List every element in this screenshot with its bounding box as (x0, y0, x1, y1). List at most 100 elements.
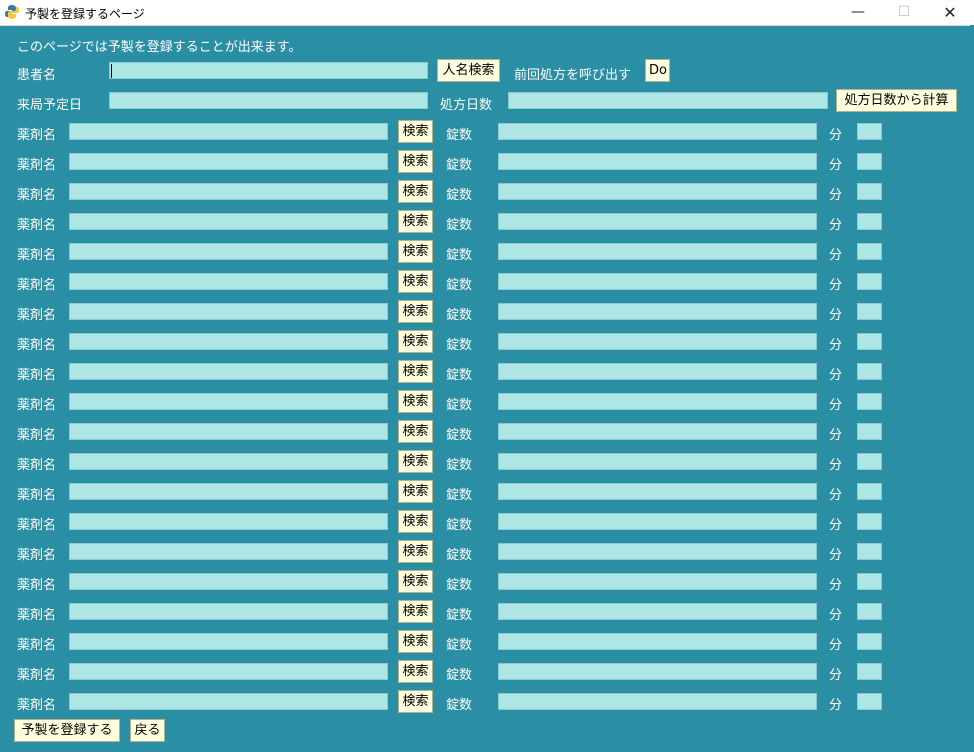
prescription-days-input[interactable] (508, 92, 828, 109)
calc-from-days-button[interactable]: 処方日数から計算 (836, 89, 957, 112)
tablet-count-input[interactable] (498, 303, 817, 320)
drug-name-label: 薬剤名 (17, 188, 57, 203)
drug-search-button[interactable]: 検索 (398, 360, 433, 383)
tablet-count-label: 錠数 (446, 278, 473, 293)
dose-divisions-input[interactable] (857, 303, 882, 320)
dose-divisions-input[interactable] (857, 273, 882, 290)
tablet-count-input[interactable] (498, 333, 817, 350)
patient-search-button[interactable]: 人名検索 (437, 59, 500, 82)
drug-name-input[interactable] (69, 423, 388, 440)
drug-name-input[interactable] (69, 243, 388, 260)
dose-divisions-input[interactable] (857, 363, 882, 380)
drug-search-button[interactable]: 検索 (398, 450, 433, 473)
drug-name-input[interactable] (69, 333, 388, 350)
tablet-count-input[interactable] (498, 603, 817, 620)
dose-unit-label: 分 (829, 488, 843, 503)
drug-name-input[interactable] (69, 453, 388, 470)
drug-name-input[interactable] (69, 603, 388, 620)
drug-search-button[interactable]: 検索 (398, 150, 433, 173)
drug-row: 薬剤名 検索 錠数 分 (0, 570, 974, 600)
minimize-button[interactable]: — (835, 0, 881, 25)
drug-search-button[interactable]: 検索 (398, 570, 433, 593)
dose-unit-label: 分 (829, 668, 843, 683)
drug-name-input[interactable] (69, 663, 388, 680)
drug-search-button[interactable]: 検索 (398, 390, 433, 413)
drug-search-button[interactable]: 検索 (398, 330, 433, 353)
dose-divisions-input[interactable] (857, 423, 882, 440)
drug-name-input[interactable] (69, 573, 388, 590)
maximize-button[interactable]: ☐ (881, 0, 927, 25)
dose-divisions-input[interactable] (857, 483, 882, 500)
drug-search-button[interactable]: 検索 (398, 510, 433, 533)
drug-search-button[interactable]: 検索 (398, 240, 433, 263)
dose-divisions-input[interactable] (857, 453, 882, 470)
drug-search-button[interactable]: 検索 (398, 270, 433, 293)
drug-search-button[interactable]: 検索 (398, 420, 433, 443)
drug-name-input[interactable] (69, 543, 388, 560)
drug-name-input[interactable] (69, 633, 388, 650)
drug-search-button[interactable]: 検索 (398, 480, 433, 503)
tablet-count-input[interactable] (498, 393, 817, 410)
tablet-count-input[interactable] (498, 423, 817, 440)
do-button[interactable]: Do (645, 59, 670, 82)
drug-search-button[interactable]: 検索 (398, 600, 433, 623)
drug-name-input[interactable] (69, 483, 388, 500)
drug-row: 薬剤名 検索 錠数 分 (0, 420, 974, 450)
back-button[interactable]: 戻る (130, 719, 165, 742)
drug-name-input[interactable] (69, 123, 388, 140)
dose-divisions-input[interactable] (857, 333, 882, 350)
drug-name-input[interactable] (69, 393, 388, 410)
tablet-count-input[interactable] (498, 513, 817, 530)
drug-name-input[interactable] (69, 213, 388, 230)
drug-name-input[interactable] (69, 153, 388, 170)
drug-name-input[interactable] (69, 513, 388, 530)
drug-search-button[interactable]: 検索 (398, 690, 433, 713)
dose-divisions-input[interactable] (857, 123, 882, 140)
drug-search-button[interactable]: 検索 (398, 630, 433, 653)
dose-divisions-input[interactable] (857, 693, 882, 710)
drug-name-input[interactable] (69, 273, 388, 290)
drug-name-input[interactable] (69, 363, 388, 380)
drug-name-input[interactable] (69, 303, 388, 320)
dose-divisions-input[interactable] (857, 543, 882, 560)
register-button[interactable]: 予製を登録する (14, 719, 120, 742)
drug-search-button[interactable]: 検索 (398, 660, 433, 683)
drug-name-input[interactable] (69, 183, 388, 200)
dose-divisions-input[interactable] (857, 393, 882, 410)
tablet-count-input[interactable] (498, 123, 817, 140)
dose-divisions-input[interactable] (857, 153, 882, 170)
tablet-count-input[interactable] (498, 453, 817, 470)
tablet-count-input[interactable] (498, 183, 817, 200)
dose-divisions-input[interactable] (857, 243, 882, 260)
dose-divisions-input[interactable] (857, 513, 882, 530)
patient-name-input[interactable] (109, 62, 428, 79)
dose-divisions-input[interactable] (857, 603, 882, 620)
dose-divisions-input[interactable] (857, 663, 882, 680)
tablet-count-input[interactable] (498, 663, 817, 680)
tablet-count-input[interactable] (498, 693, 817, 710)
dose-divisions-input[interactable] (857, 183, 882, 200)
close-button[interactable]: ✕ (927, 0, 973, 25)
tablet-count-input[interactable] (498, 543, 817, 560)
drug-search-button[interactable]: 検索 (398, 210, 433, 233)
drug-row: 薬剤名 検索 錠数 分 (0, 210, 974, 240)
drug-name-input[interactable] (69, 693, 388, 710)
drug-search-button[interactable]: 検索 (398, 300, 433, 323)
tablet-count-input[interactable] (498, 273, 817, 290)
drug-name-label: 薬剤名 (17, 578, 57, 593)
intro-text: このページでは予製を登録することが出来ます。 (17, 40, 302, 55)
tablet-count-input[interactable] (498, 363, 817, 380)
tablet-count-input[interactable] (498, 483, 817, 500)
tablet-count-input[interactable] (498, 213, 817, 230)
tablet-count-input[interactable] (498, 573, 817, 590)
tablet-count-input[interactable] (498, 243, 817, 260)
tablet-count-input[interactable] (498, 153, 817, 170)
dose-divisions-input[interactable] (857, 573, 882, 590)
tablet-count-input[interactable] (498, 633, 817, 650)
dose-divisions-input[interactable] (857, 633, 882, 650)
drug-search-button[interactable]: 検索 (398, 180, 433, 203)
visit-date-input[interactable] (109, 92, 428, 109)
dose-divisions-input[interactable] (857, 213, 882, 230)
drug-search-button[interactable]: 検索 (398, 120, 433, 143)
drug-search-button[interactable]: 検索 (398, 540, 433, 563)
